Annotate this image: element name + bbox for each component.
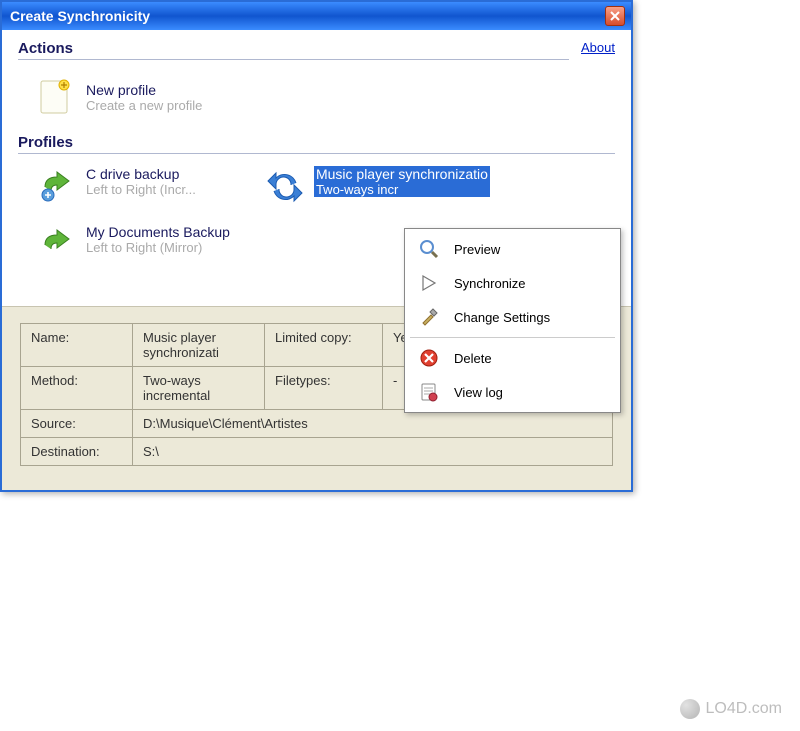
- close-icon: [610, 11, 620, 21]
- profile-title: C drive backup: [86, 166, 196, 182]
- sync-two-way-icon: [264, 166, 306, 208]
- magnifier-icon: [418, 238, 440, 260]
- menu-synchronize[interactable]: Synchronize: [408, 266, 617, 300]
- menu-label: View log: [454, 385, 503, 400]
- profile-sub: Left to Right (Mirror): [86, 240, 230, 255]
- titlebar[interactable]: Create Synchronicity: [2, 2, 631, 30]
- menu-view-log[interactable]: View log: [408, 375, 617, 409]
- menu-label: Change Settings: [454, 310, 550, 325]
- label-filetypes: Filetypes:: [265, 367, 383, 410]
- profile-sub: Left to Right (Incr...: [86, 182, 196, 197]
- new-profile-action[interactable]: New profile Create a new profile: [34, 76, 615, 118]
- profile-title: Music player synchronizatio: [314, 166, 490, 182]
- new-profile-sub: Create a new profile: [86, 98, 202, 113]
- watermark: LO4D.com: [680, 699, 782, 719]
- play-icon: [418, 272, 440, 294]
- log-icon: [418, 381, 440, 403]
- sync-right-icon: [36, 166, 78, 208]
- menu-separator: [410, 337, 615, 338]
- value-method: Two-ways incremental: [133, 367, 265, 410]
- globe-icon: [680, 699, 700, 719]
- menu-preview[interactable]: Preview: [408, 232, 617, 266]
- value-name: Music player synchronizati: [133, 324, 265, 367]
- window-title: Create Synchronicity: [10, 8, 150, 24]
- close-button[interactable]: [605, 6, 625, 26]
- profile-my-docs[interactable]: My Documents Backup Left to Right (Mirro…: [34, 222, 232, 268]
- menu-label: Preview: [454, 242, 500, 257]
- profile-sub: Two-ways incr: [314, 182, 490, 197]
- menu-label: Delete: [454, 351, 492, 366]
- label-method: Method:: [21, 367, 133, 410]
- watermark-text: LO4D.com: [706, 700, 782, 718]
- label-source: Source:: [21, 410, 133, 438]
- sync-right-icon: [36, 224, 78, 266]
- delete-icon: [418, 347, 440, 369]
- menu-delete[interactable]: Delete: [408, 341, 617, 375]
- value-dest: S:\: [133, 438, 613, 466]
- about-link[interactable]: About: [581, 40, 615, 55]
- value-source: D:\Musique\Clément\Artistes: [133, 410, 613, 438]
- profile-music-selected[interactable]: Music player synchronizatio Two-ways inc…: [262, 164, 492, 210]
- menu-label: Synchronize: [454, 276, 526, 291]
- actions-header: Actions: [18, 40, 569, 60]
- menu-change-settings[interactable]: Change Settings: [408, 300, 617, 334]
- new-profile-icon: [34, 76, 76, 118]
- label-name: Name:: [21, 324, 133, 367]
- label-limited: Limited copy:: [265, 324, 383, 367]
- profiles-header: Profiles: [18, 134, 615, 154]
- context-menu: Preview Synchronize Change Settings Dele…: [404, 228, 621, 413]
- profile-c-drive[interactable]: C drive backup Left to Right (Incr...: [34, 164, 232, 210]
- profile-title: My Documents Backup: [86, 224, 230, 240]
- tools-icon: [418, 306, 440, 328]
- label-dest: Destination:: [21, 438, 133, 466]
- new-profile-title: New profile: [86, 82, 202, 98]
